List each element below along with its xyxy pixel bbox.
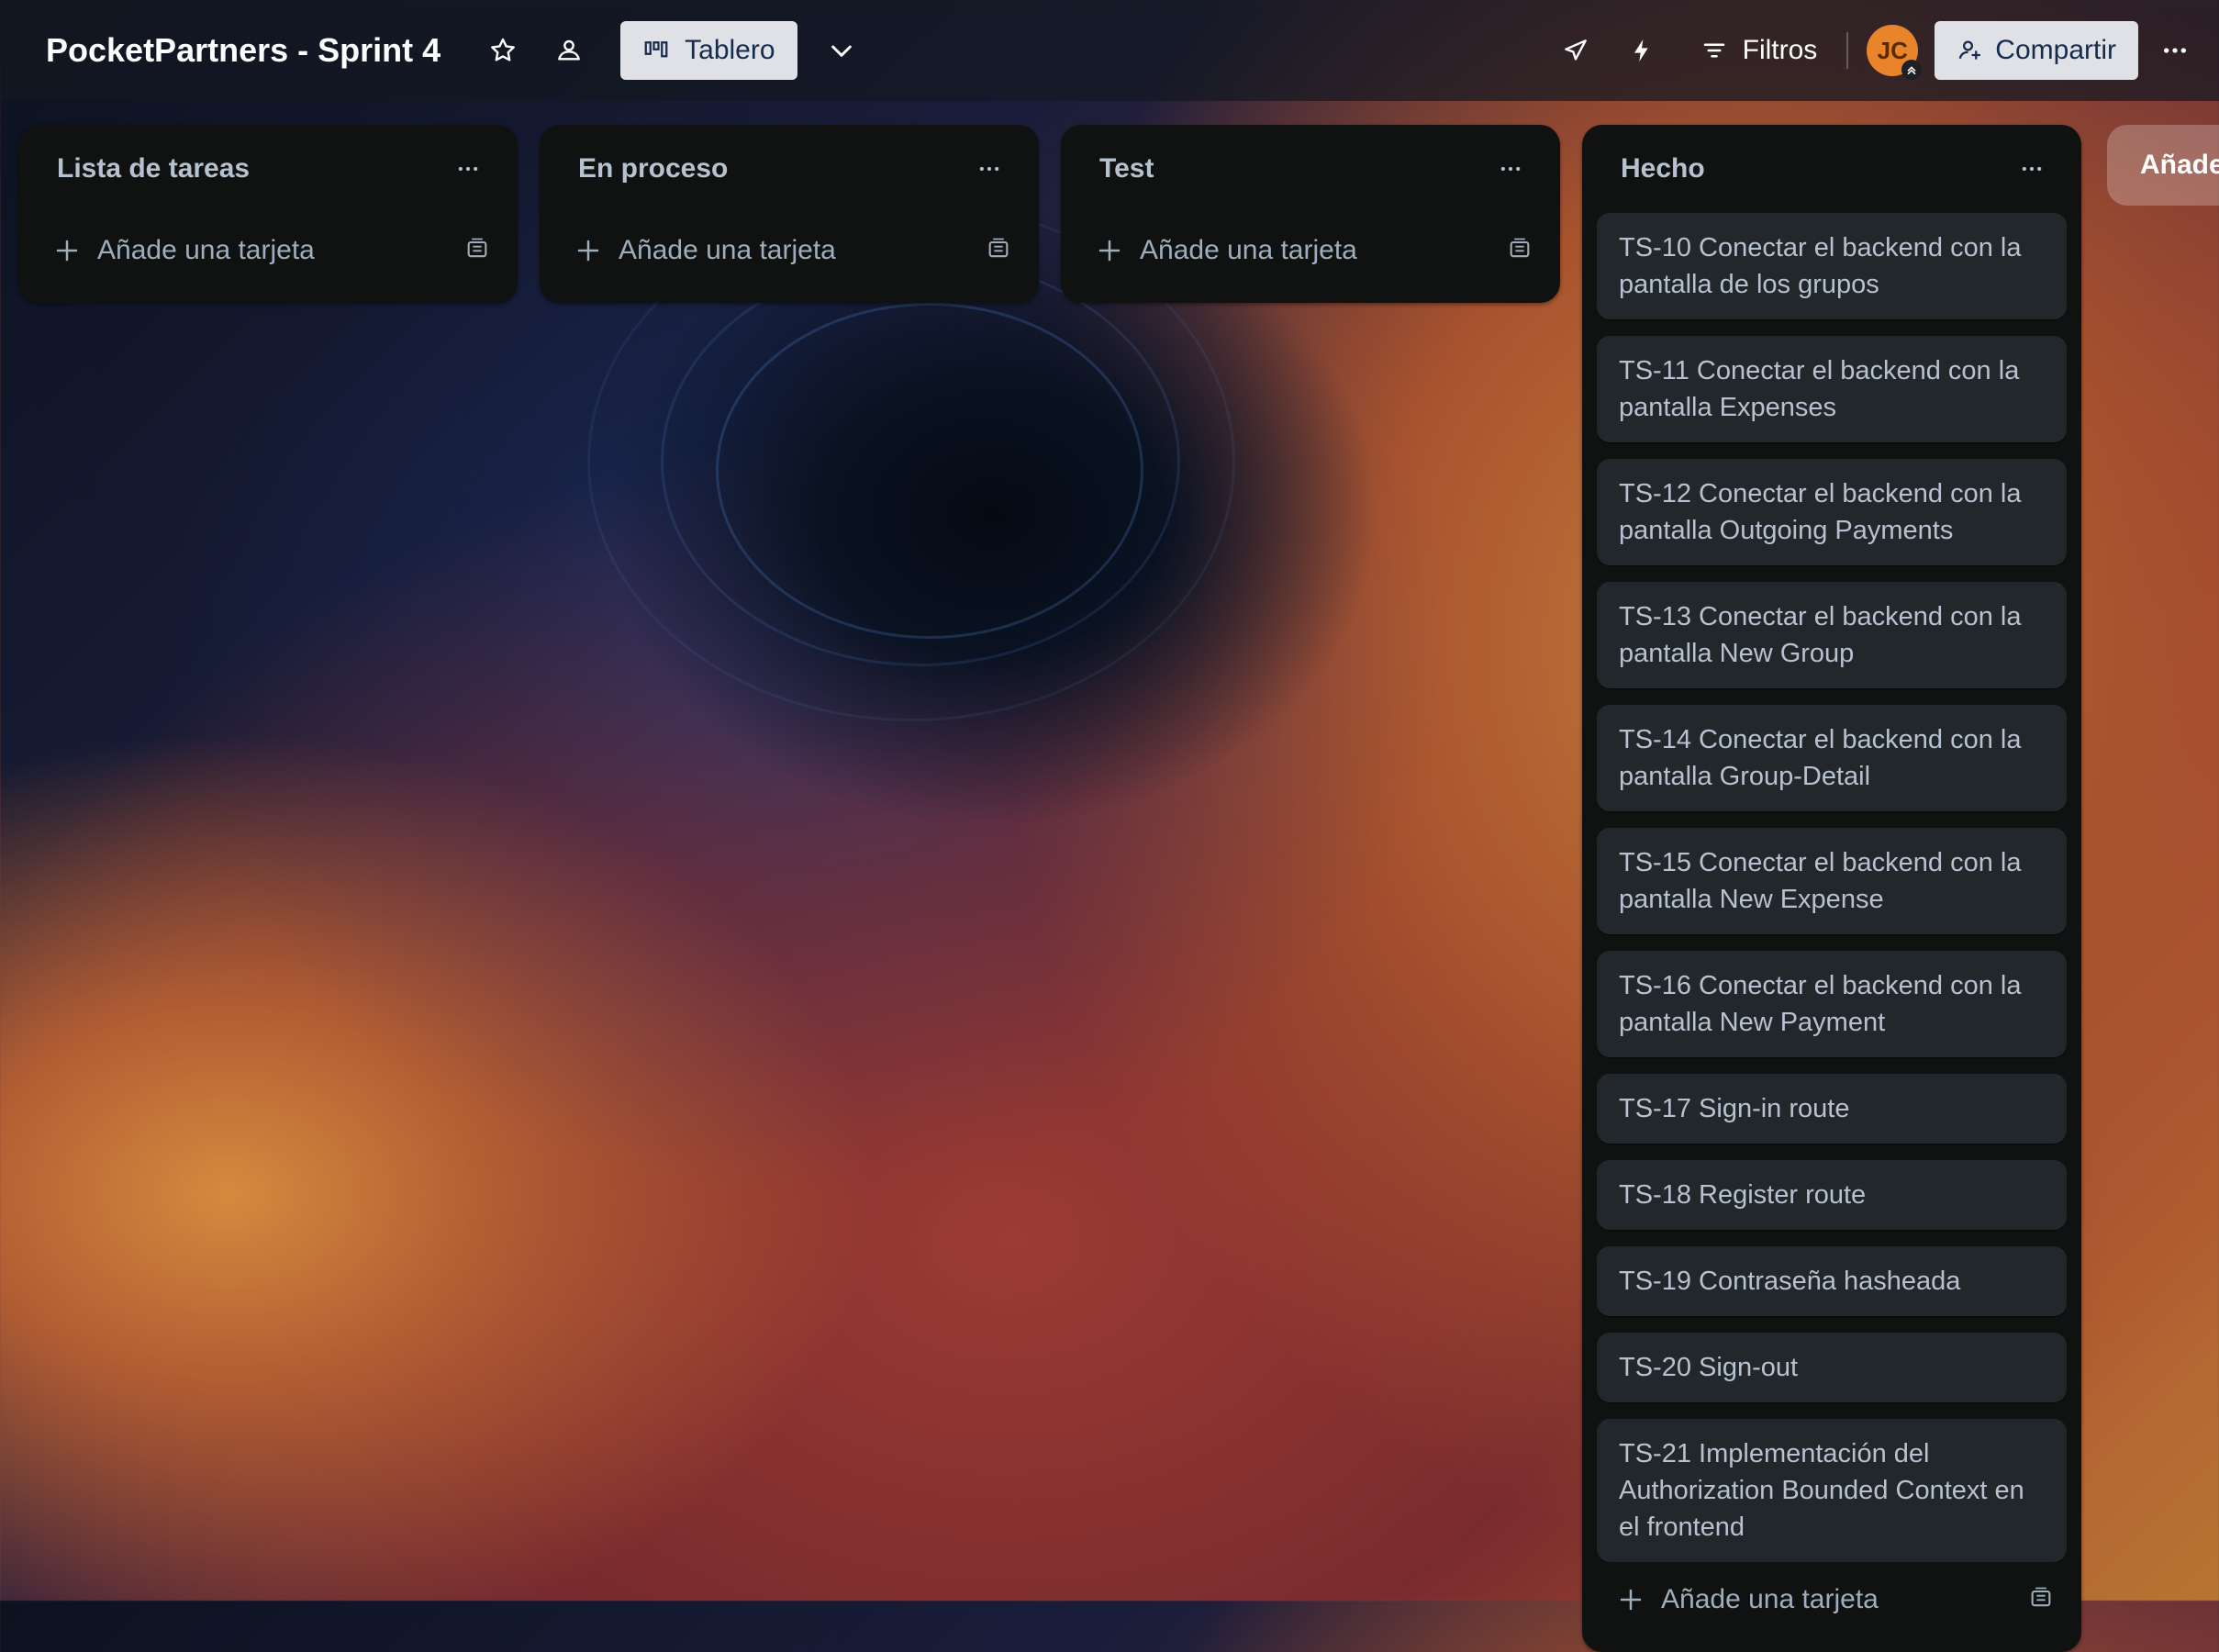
- list-en-proceso: En proceso Añade una tarjeta: [540, 125, 1039, 303]
- add-card-button[interactable]: Añade una tarjeta: [1076, 213, 1545, 288]
- avatar[interactable]: JC: [1867, 25, 1923, 80]
- create-from-template-button[interactable]: [464, 236, 490, 266]
- add-card-button[interactable]: Añade una tarjeta: [554, 213, 1024, 288]
- card[interactable]: TS-14 Conectar el backend con la pantall…: [1597, 705, 2067, 811]
- add-card-left: Añade una tarjeta: [1096, 235, 1357, 266]
- switch-view-button[interactable]: [812, 21, 871, 80]
- add-list-label: Añade otra lista: [2140, 150, 2219, 180]
- header-actions: Filtros JC Compartir: [1546, 0, 2219, 101]
- plus-icon: [577, 240, 599, 262]
- power-ups-button[interactable]: [1546, 21, 1605, 80]
- share-label: Compartir: [1995, 35, 2116, 65]
- list-header: En proceso: [554, 125, 1024, 213]
- background-swirl: [661, 257, 1180, 666]
- card[interactable]: TS-11 Conectar el backend con la pantall…: [1597, 336, 2067, 442]
- card[interactable]: TS-15 Conectar el backend con la pantall…: [1597, 828, 2067, 934]
- board-view-label: Tablero: [685, 35, 775, 65]
- card[interactable]: TS-18 Register route: [1597, 1160, 2067, 1230]
- card[interactable]: TS-13 Conectar el backend con la pantall…: [1597, 582, 2067, 688]
- more-icon: [979, 166, 999, 172]
- chevron-down-icon: [831, 45, 852, 57]
- add-card-button[interactable]: Añade una tarjeta: [1597, 1562, 2067, 1637]
- card-template-icon: [2031, 1587, 2051, 1606]
- automation-icon: [1634, 39, 1648, 61]
- add-card-label: Añade una tarjeta: [97, 235, 315, 265]
- list-title[interactable]: En proceso: [578, 153, 728, 184]
- card[interactable]: TS-17 Sign-in route: [1597, 1074, 2067, 1144]
- more-icon: [2164, 48, 2186, 53]
- more-icon: [458, 166, 478, 172]
- card[interactable]: TS-10 Conectar el backend con la pantall…: [1597, 213, 2067, 319]
- avatar-initials: JC: [1877, 36, 1908, 64]
- create-from-template-button[interactable]: [1507, 236, 1533, 266]
- add-card-left: Añade una tarjeta: [1617, 1584, 1879, 1615]
- list-title[interactable]: Lista de tareas: [57, 153, 250, 184]
- create-from-template-button[interactable]: [986, 236, 1011, 266]
- plus-icon: [56, 240, 78, 262]
- card-template-icon: [1510, 238, 1530, 257]
- add-list-button[interactable]: Añade otra lista: [2107, 125, 2219, 206]
- background-swirl: [716, 303, 1143, 639]
- create-from-template-button[interactable]: [2028, 1585, 2054, 1615]
- more-icon: [1500, 166, 1521, 172]
- board-title[interactable]: PocketPartners - Sprint 4: [46, 31, 440, 70]
- filters-label: Filtros: [1742, 35, 1818, 65]
- visibility-button[interactable]: [540, 21, 598, 80]
- list-lista-de-tareas: Lista de tareas Añade una tarjeta: [18, 125, 518, 303]
- card-template-icon: [988, 238, 1009, 257]
- list-menu-button[interactable]: [2010, 147, 2054, 191]
- plus-icon: [1620, 1589, 1642, 1611]
- star-icon: [491, 38, 516, 61]
- list-menu-button[interactable]: [446, 147, 490, 191]
- list-menu-button[interactable]: [967, 147, 1011, 191]
- add-card-label: Añade una tarjeta: [1140, 235, 1357, 265]
- card[interactable]: TS-16 Conectar el backend con la pantall…: [1597, 951, 2067, 1057]
- team-visibility-icon: [558, 39, 581, 61]
- more-icon: [2022, 166, 2042, 172]
- board-view-icon: [644, 41, 668, 58]
- list-menu-button[interactable]: [1489, 147, 1533, 191]
- board-header: PocketPartners - Sprint 4 Tablero Filtro…: [0, 0, 2219, 101]
- share-button[interactable]: Compartir: [1935, 21, 2138, 80]
- filter-icon: [1703, 43, 1724, 58]
- admin-badge-icon: [1901, 60, 1923, 80]
- list-header: Test: [1076, 125, 1545, 213]
- add-card-label: Añade una tarjeta: [1661, 1584, 1879, 1614]
- add-card-button[interactable]: Añade una tarjeta: [33, 213, 503, 288]
- add-card-left: Añade una tarjeta: [53, 235, 315, 266]
- card[interactable]: TS-19 Contraseña hasheada: [1597, 1246, 2067, 1316]
- automation-button[interactable]: [1612, 21, 1671, 80]
- add-card-left: Añade una tarjeta: [574, 235, 836, 266]
- card[interactable]: TS-21 Implementación del Authorization B…: [1597, 1419, 2067, 1562]
- star-button[interactable]: [474, 21, 532, 80]
- header-divider: [1846, 32, 1849, 69]
- board-menu-button[interactable]: [2146, 21, 2204, 80]
- add-member-icon: [1958, 40, 1981, 60]
- list-title[interactable]: Hecho: [1621, 153, 1705, 184]
- filters-button[interactable]: Filtros: [1678, 21, 1840, 80]
- power-ups-icon: [1564, 39, 1587, 61]
- card[interactable]: TS-20 Sign-out: [1597, 1333, 2067, 1402]
- board-view-button[interactable]: Tablero: [620, 21, 797, 80]
- list-header: Hecho: [1597, 125, 2067, 213]
- add-card-label: Añade una tarjeta: [619, 235, 836, 265]
- list-test: Test Añade una tarjeta: [1061, 125, 1560, 303]
- list-hecho: Hecho TS-10 Conectar el backend con la p…: [1582, 125, 2081, 1652]
- list-header: Lista de tareas: [33, 125, 503, 213]
- card-list: TS-10 Conectar el backend con la pantall…: [1597, 213, 2067, 1562]
- plus-icon: [1098, 240, 1121, 262]
- card-template-icon: [467, 238, 487, 257]
- list-title[interactable]: Test: [1099, 153, 1154, 184]
- card[interactable]: TS-12 Conectar el backend con la pantall…: [1597, 459, 2067, 565]
